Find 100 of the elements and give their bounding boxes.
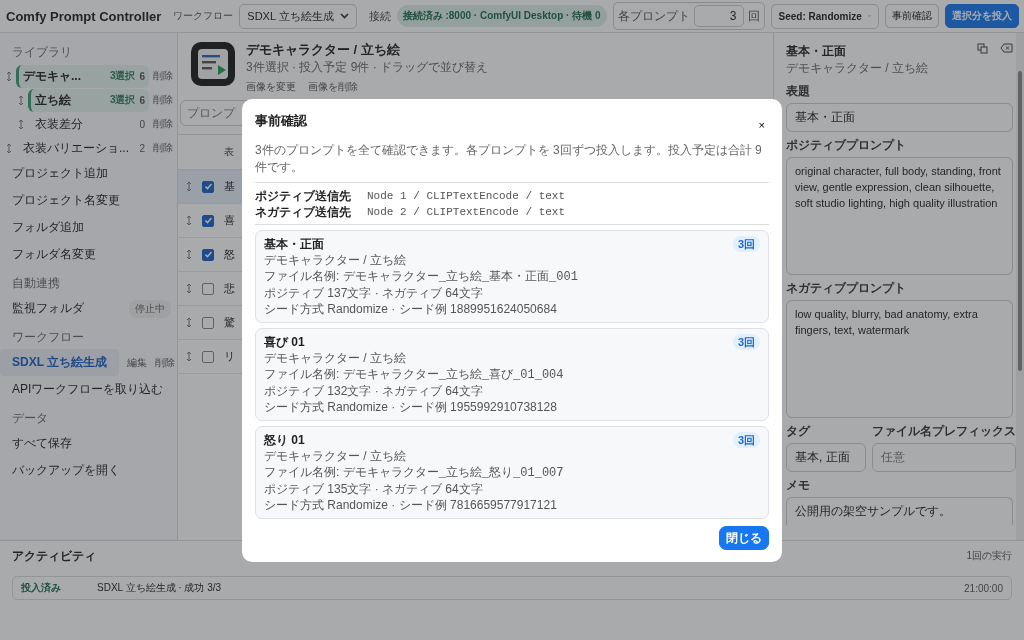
watch-folder-item[interactable]: 監視フォルダ — [0, 295, 121, 322]
delete-link[interactable]: 削除 — [153, 117, 173, 131]
checkbox[interactable] — [202, 316, 214, 329]
drag-handle-icon[interactable] — [186, 283, 192, 294]
field-label: タグ — [786, 423, 812, 440]
drag-handle-icon[interactable] — [186, 181, 192, 192]
workflow-select[interactable]: SDXL 立ち絵生成 — [239, 3, 357, 29]
table-cell: 喜 — [224, 213, 235, 228]
target-value: Node 2 / CLIPTextEncode / text — [367, 205, 566, 220]
card-counts: ポジティブ 135文字 · ネガティブ 64文字 — [264, 481, 484, 497]
drag-handle-icon[interactable] — [6, 70, 12, 82]
collection-subtitle: 3件選択 · 投入予定 9件 · ドラッグで並び替え — [246, 59, 488, 76]
watch-status: 停止中 — [129, 299, 171, 318]
delete-link[interactable]: 削除 — [153, 93, 173, 107]
library-item[interactable]: 衣装差分 0 — [28, 112, 149, 136]
preview-button[interactable]: 事前確認 — [884, 4, 939, 28]
checkbox[interactable] — [202, 248, 214, 261]
repeat-unit: 回 — [747, 7, 760, 25]
field-label: ファイル名プレフィックス — [872, 423, 1016, 440]
table-cell: 基 — [224, 179, 235, 194]
repeat-label: 各プロンプト — [617, 7, 690, 25]
image-button[interactable]: 画像を削除 — [308, 80, 358, 94]
card-path: デモキャラクター / 立ち絵 — [264, 448, 407, 464]
checkbox[interactable] — [202, 350, 214, 363]
section-heading: 自動連携 — [11, 275, 61, 292]
drag-handle-icon[interactable] — [186, 249, 192, 260]
sidebar-action[interactable]: プロジェクト名変更 — [0, 187, 177, 214]
drag-handle-icon[interactable] — [6, 142, 12, 154]
positive-prompt-textarea[interactable]: original character, full body, standing, front view, gentle expression, clean silhouette, soft studio lighting, high quality illustration — [786, 157, 1013, 275]
repeat-badge: 3回 — [732, 334, 760, 350]
item-count: 6 — [139, 94, 145, 106]
field-label: 表題 — [786, 83, 811, 100]
table-cell: リ — [224, 349, 235, 364]
card-title: 基本・正面 — [264, 236, 324, 252]
target-label: ポジティブ送信先 — [255, 188, 352, 204]
checkbox[interactable] — [202, 214, 214, 227]
delete-link[interactable]: 削除 — [153, 69, 173, 83]
card-title: 喜び 01 — [264, 334, 305, 350]
import-workflow-item[interactable]: APIワークフローを取り込む — [0, 376, 177, 403]
edit-link[interactable]: 編集 — [127, 355, 148, 370]
selection-count: 3選択 — [109, 93, 136, 107]
workflow-label: ワークフロー — [173, 9, 234, 23]
close-button[interactable]: 閉じる — [719, 526, 769, 550]
card-title: 怒り 01 — [264, 432, 305, 448]
table-cell: 怒 — [224, 247, 235, 262]
library-item[interactable]: 立ち絵 3選択 6 — [28, 88, 149, 112]
connection-status: 接続済み :8000 · ComfyUI Desktop · 待機 0 — [396, 5, 607, 27]
workflow-item[interactable]: SDXL 立ち絵生成 — [0, 349, 120, 376]
entry-detail: SDXL 立ち絵生成 · 成功 3/3 — [97, 581, 223, 595]
drag-handle-icon[interactable] — [186, 317, 192, 328]
memo-input[interactable]: 公開用の架空サンプルです。 — [786, 497, 1013, 525]
title-input[interactable]: 基本・正面 — [786, 103, 1013, 132]
caret-icon — [339, 13, 349, 19]
drag-handle-icon[interactable] — [18, 118, 24, 130]
table-cell: 悲 — [224, 281, 235, 296]
target-label: ネガティブ送信先 — [255, 204, 352, 220]
checkbox[interactable] — [202, 282, 214, 295]
drag-handle-icon[interactable] — [18, 94, 24, 106]
app-title: Comfy Prompt Controller — [6, 8, 162, 24]
tag-input[interactable]: 基本, 正面 — [786, 443, 866, 472]
repeat-badge: 3回 — [732, 432, 760, 448]
sidebar-action[interactable]: プロジェクト追加 — [0, 160, 177, 187]
file-label: ファイル名例: — [264, 269, 340, 283]
image-button[interactable]: 画像を変更 — [246, 80, 296, 94]
document-play-icon — [190, 41, 236, 87]
sidebar-action[interactable]: すべて保存 — [0, 430, 177, 457]
dialog-title: 事前確認 — [255, 112, 307, 130]
sidebar-action[interactable]: フォルダ追加 — [0, 214, 177, 241]
field-label: メモ — [786, 477, 811, 494]
close-button[interactable]: × — [754, 117, 769, 133]
checkbox[interactable] — [202, 180, 214, 193]
backspace-icon[interactable] — [1000, 43, 1013, 53]
item-count: 2 — [139, 142, 145, 154]
section-heading: ライブラリ — [11, 44, 73, 61]
item-count: 0 — [139, 118, 145, 130]
card-counts: ポジティブ 137文字 · ネガティブ 64文字 — [264, 285, 484, 301]
field-label: ネガティブプロンプト — [786, 280, 907, 297]
drag-handle-icon[interactable] — [186, 351, 192, 362]
dialog-description: 3件のプロンプトを全て確認できます。各プロンプトを 3回ずつ投入します。投入予定は合計 9件です。 — [255, 138, 769, 183]
library-item[interactable]: デモキャ... 3選択 6 — [16, 64, 149, 88]
card-counts: ポジティブ 132文字 · ネガティブ 64文字 — [264, 383, 484, 399]
section-heading: データ — [11, 410, 49, 427]
connect-link[interactable]: 接続 — [368, 8, 391, 24]
collection-title: デモキャラクター / 立ち絵 — [246, 41, 401, 59]
entry-status: 投入済み — [21, 581, 62, 595]
activity-summary: 1回の実行 — [966, 549, 1012, 563]
activity-title: アクティビティ — [12, 547, 96, 565]
repeat-badge: 3回 — [732, 236, 760, 252]
sidebar-action[interactable]: バックアップを開く — [0, 457, 177, 484]
negative-prompt-textarea[interactable]: low quality, blurry, bad anatomy, extra fingers, text, watermark — [786, 300, 1013, 418]
library-item[interactable]: 衣装バリエーショ... 2 — [16, 136, 149, 160]
repeat-input[interactable]: 3 — [693, 5, 744, 27]
copy-icon[interactable] — [977, 43, 988, 54]
seed-select[interactable]: Seed: Randomize — [770, 3, 879, 29]
field-label: ポジティブプロンプト — [786, 137, 907, 154]
delete-link[interactable]: 削除 — [155, 355, 176, 370]
delete-link[interactable]: 削除 — [153, 141, 173, 155]
column-header: 表 — [224, 145, 234, 159]
sidebar-action[interactable]: フォルダ名変更 — [0, 241, 177, 268]
drag-handle-icon[interactable] — [186, 215, 192, 226]
